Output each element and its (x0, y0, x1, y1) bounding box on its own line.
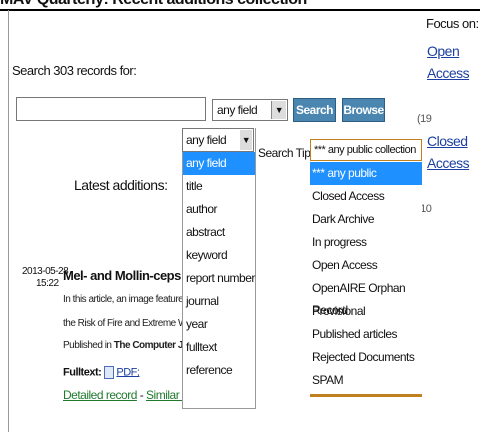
header-divider (0, 9, 480, 11)
record-published: Published in The Computer Journ (63, 340, 183, 351)
collection-option[interactable]: In progress (310, 231, 422, 254)
collection-option[interactable]: Published articles (310, 323, 422, 346)
record-abstract: the Risk of Fire and Extreme Weath (63, 318, 183, 329)
record-fulltext: Fulltext: PDF; (63, 366, 140, 379)
field-option[interactable]: title (183, 175, 255, 198)
collection-option[interactable]: OpenAIRE Orphan Record (310, 277, 422, 317)
link-separator: - (136, 388, 147, 402)
collection-select[interactable]: *** any public collection *** (310, 139, 422, 176)
field-option[interactable]: keyword (183, 244, 255, 267)
field-option[interactable]: report number (183, 267, 255, 290)
field-select[interactable]: any field ▼ (212, 99, 288, 121)
chevron-down-icon: ▼ (271, 101, 286, 119)
collection-option[interactable]: Rejected Documents (310, 346, 422, 369)
field-option[interactable]: abstract (183, 221, 255, 244)
record-date-value: 2013-05-28 (22, 266, 69, 277)
collection-option[interactable]: Provisional (310, 300, 422, 323)
record-abstract: In this article, an image feature extra (63, 294, 183, 305)
collection-option[interactable]: Open Access (310, 254, 422, 277)
latest-heading: Latest additions: (74, 177, 168, 193)
focus-count: (19 (417, 113, 432, 125)
record-time: 15:22 (36, 278, 59, 289)
pdf-icon[interactable] (103, 366, 114, 379)
field-dropdown-head[interactable]: any field ▼ (182, 128, 254, 152)
field-option[interactable]: year (183, 313, 255, 336)
collection-option[interactable]: Dark Archive (310, 208, 422, 231)
collection-dropdown-list: *** any public collection *** Closed Acc… (310, 162, 422, 414)
journal-name: The Computer Journ (113, 340, 183, 351)
search-label: Search 303 records for: (12, 63, 137, 78)
focus-link-open-access[interactable]: Open Access (427, 40, 470, 84)
collection-option[interactable]: Closed Access (310, 185, 422, 208)
fulltext-pdf-link[interactable]: PDF; (116, 366, 140, 378)
field-option[interactable]: author (183, 198, 255, 221)
collection-dropdown-edge (310, 394, 422, 397)
browse-button[interactable]: Browse (342, 98, 385, 122)
focus-list: Open Access(19 Closed Access(10 (417, 40, 480, 215)
search-button[interactable]: Search (293, 98, 336, 122)
focus-link-closed-access[interactable]: Closed Access (427, 130, 470, 174)
collection-option[interactable]: *** any public collection *** (310, 162, 422, 202)
left-border (8, 10, 9, 432)
search-input[interactable] (16, 97, 206, 121)
field-dropdown-list: any field title author abstract keyword … (182, 128, 256, 409)
detailed-record-link[interactable]: Detailed record (63, 388, 137, 402)
record-title[interactable]: Mel- and Mollin-cepstral Fo (63, 268, 181, 283)
fulltext-label: Fulltext: (63, 366, 102, 379)
field-option[interactable]: journal (183, 290, 255, 313)
field-option[interactable]: reference (183, 359, 255, 382)
page-header: MAV Quarterly: Recent additions collecti… (0, 0, 480, 8)
collection-option[interactable]: SPAM (310, 369, 422, 392)
published-prefix: Published in (63, 340, 114, 351)
focus-title: Focus on: (426, 16, 479, 31)
header-title: MAV Quarterly: Recent additions collecti… (0, 0, 307, 8)
field-select-value: any field (217, 103, 258, 117)
field-option[interactable]: any field (183, 152, 255, 175)
field-dropdown-value: any field (186, 133, 227, 147)
record-date: 2013-05-28 15:22 (22, 266, 69, 290)
field-option[interactable]: fulltext (183, 336, 255, 359)
chevron-down-icon: ▼ (240, 130, 252, 150)
